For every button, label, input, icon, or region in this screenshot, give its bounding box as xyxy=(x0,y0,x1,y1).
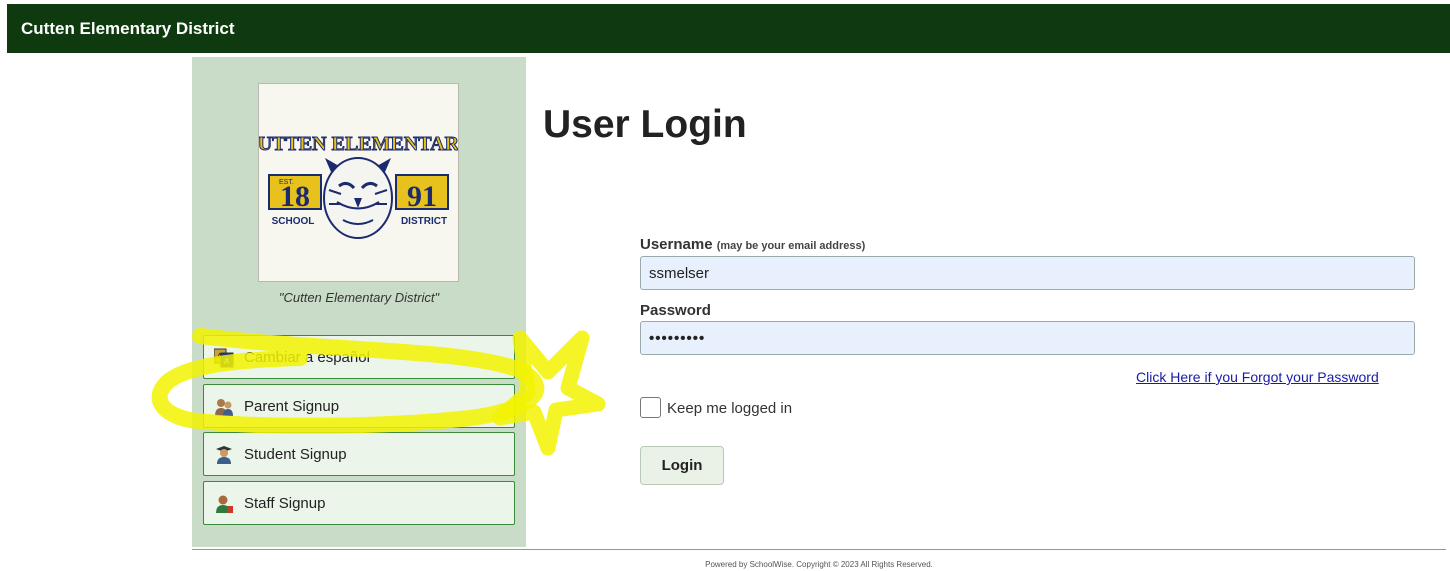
switch-language-button[interactable]: A A Cambiar a español xyxy=(203,335,515,379)
username-label: Username (may be your email address) xyxy=(640,236,865,253)
district-title: Cutten Elementary District xyxy=(21,19,235,38)
parent-signup-button[interactable]: Parent Signup xyxy=(203,384,515,428)
username-input[interactable] xyxy=(640,256,1415,290)
keep-logged-in-checkbox[interactable] xyxy=(640,397,661,418)
logo-caption: "Cutten Elementary District" xyxy=(278,290,440,305)
logo-top-text: CUTTEN ELEMENTARY xyxy=(259,133,458,155)
svg-text:A: A xyxy=(224,357,230,366)
language-icon: A A xyxy=(214,348,234,368)
staff-signup-label: Staff Signup xyxy=(244,495,326,512)
forgot-password-link[interactable]: Click Here if you Forgot your Password xyxy=(1136,369,1379,385)
footer-copyright: Powered by SchoolWise. Copyright © 2023 … xyxy=(705,560,933,569)
logo-right-text: DISTRICT xyxy=(401,216,447,227)
student-icon xyxy=(216,446,232,464)
svg-text:A: A xyxy=(217,352,223,361)
login-button[interactable]: Login xyxy=(640,446,724,485)
switch-language-label: Cambiar a español xyxy=(244,349,370,366)
top-header-bar: Cutten Elementary District xyxy=(7,4,1450,53)
staff-signup-button[interactable]: Staff Signup xyxy=(203,481,515,525)
keep-logged-in-label: Keep me logged in xyxy=(667,400,793,417)
username-hint: (may be your email address) xyxy=(716,240,866,252)
username-label-text: Username xyxy=(640,236,713,253)
student-signup-label: Student Signup xyxy=(244,446,347,463)
parent-signup-label: Parent Signup xyxy=(244,398,340,415)
staff-icon xyxy=(216,495,233,513)
footer-divider xyxy=(192,549,1446,550)
student-signup-button[interactable]: Student Signup xyxy=(203,432,515,476)
password-input[interactable] xyxy=(640,321,1415,355)
sidebar: CUTTEN ELEMENTARY EST. 18 91 SCHOOL DIST… xyxy=(192,57,526,547)
logo-year-right: 91 xyxy=(407,180,437,213)
page-title: User Login xyxy=(543,103,747,146)
logo-left-text: SCHOOL xyxy=(272,216,315,227)
password-label: Password xyxy=(640,302,711,319)
parents-icon xyxy=(215,399,233,416)
logo-year-left: 18 xyxy=(280,180,310,213)
district-logo: CUTTEN ELEMENTARY EST. 18 91 SCHOOL DIST… xyxy=(258,83,459,282)
